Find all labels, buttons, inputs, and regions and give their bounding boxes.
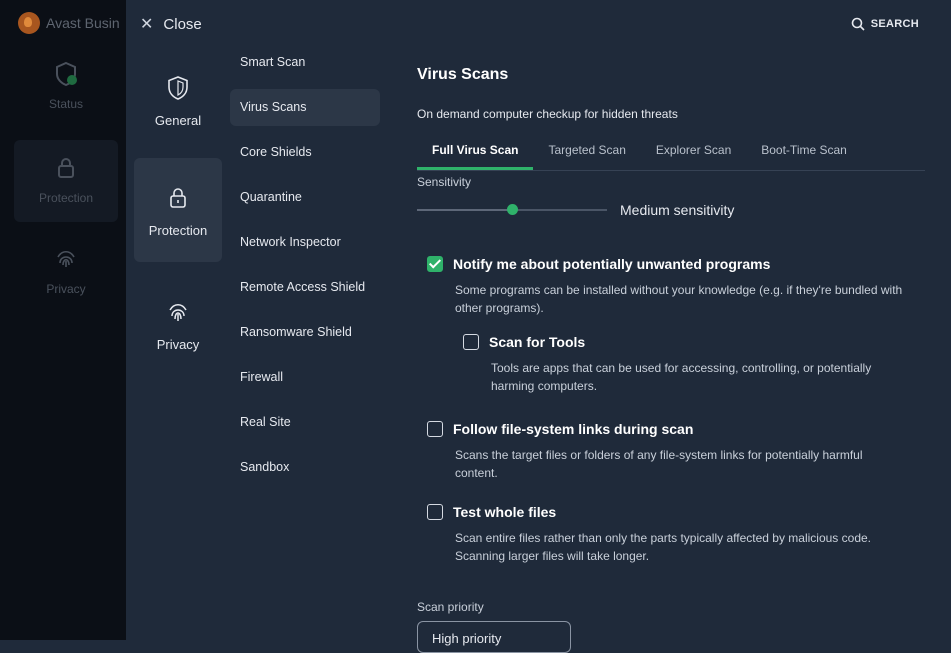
option-title: Test whole files <box>453 504 557 520</box>
category-general[interactable]: General <box>134 58 222 162</box>
background-nav-label: Protection <box>38 191 94 205</box>
subnav-item-virus-scans[interactable]: Virus Scans <box>230 89 380 126</box>
category-privacy[interactable]: Privacy <box>134 280 222 384</box>
subnav-item-sandbox[interactable]: Sandbox <box>230 449 380 486</box>
pup-checkbox[interactable] <box>427 256 443 272</box>
category-protection[interactable]: Protection <box>134 158 222 262</box>
background-nav-label: Status <box>48 97 84 111</box>
background-nav-status: Status <box>14 60 118 142</box>
settings-panel: ✕ Close SEARCH General Protection Privac… <box>126 0 951 653</box>
tab-full-virus-scan[interactable]: Full Virus Scan <box>417 134 534 170</box>
subnav-item-smart-scan[interactable]: Smart Scan <box>230 44 380 81</box>
avast-logo-icon <box>18 12 40 34</box>
close-button[interactable]: ✕ Close <box>140 14 202 34</box>
page-title: Virus Scans <box>417 66 509 83</box>
close-icon: ✕ <box>140 16 154 33</box>
option-description: Tools are apps that can be used for acce… <box>491 361 872 393</box>
test-whole-files-checkbox[interactable] <box>427 504 443 520</box>
subnav-item-real-site[interactable]: Real Site <box>230 404 380 441</box>
category-label: General <box>154 113 202 128</box>
sensitivity-slider[interactable] <box>417 203 607 217</box>
scan-priority-label: Scan priority <box>417 600 484 614</box>
background-nav-privacy: Privacy <box>14 245 118 327</box>
lock-icon <box>170 188 186 208</box>
protection-subnav: Smart Scan Virus Scans Core Shields Quar… <box>230 44 380 494</box>
slider-fill <box>417 209 512 211</box>
option-test-whole-files: Test whole files Scan entire files rathe… <box>427 504 907 565</box>
subnav-item-core-shields[interactable]: Core Shields <box>230 134 380 171</box>
background-app: Avast Busin Status Protection Privacy <box>0 0 126 640</box>
fingerprint-icon <box>169 304 187 321</box>
option-title: Follow file-system links during scan <box>453 421 694 437</box>
scan-tools-checkbox[interactable] <box>463 334 479 350</box>
subnav-item-ransomware-shield[interactable]: Ransomware Shield <box>230 314 380 351</box>
category-label: Privacy <box>156 337 200 352</box>
option-pup: Notify me about potentially unwanted pro… <box>427 256 907 317</box>
sensitivity-value: Medium sensitivity <box>620 202 735 218</box>
background-nav-protection: Protection <box>14 140 118 222</box>
option-title: Scan for Tools <box>489 334 586 350</box>
option-description: Scans the target files or folders of any… <box>455 448 863 480</box>
subnav-item-network-inspector[interactable]: Network Inspector <box>230 224 380 261</box>
background-app-title-text: Avast Busin <box>46 15 120 31</box>
subnav-item-quarantine[interactable]: Quarantine <box>230 179 380 216</box>
fingerprint-icon <box>57 250 75 267</box>
category-label: Protection <box>148 223 208 238</box>
shield-check-icon <box>56 61 77 87</box>
tab-explorer-scan[interactable]: Explorer Scan <box>641 134 746 170</box>
search-icon <box>851 17 865 31</box>
settings-topbar: ✕ Close SEARCH <box>126 0 951 46</box>
option-follow-links: Follow file-system links during scan Sca… <box>427 421 907 482</box>
subnav-item-remote-access-shield[interactable]: Remote Access Shield <box>230 269 380 306</box>
shield-icon <box>168 76 188 100</box>
option-scan-tools: Scan for Tools Tools are apps that can b… <box>463 334 913 395</box>
tab-targeted-scan[interactable]: Targeted Scan <box>533 134 640 170</box>
scan-priority-select[interactable]: High priority <box>417 621 571 653</box>
search-label: SEARCH <box>870 18 919 30</box>
option-title: Notify me about potentially unwanted pro… <box>453 256 771 272</box>
follow-links-checkbox[interactable] <box>427 421 443 437</box>
search-button[interactable]: SEARCH <box>851 17 919 31</box>
background-app-title: Avast Busin <box>18 12 120 34</box>
slider-thumb[interactable] <box>506 204 518 215</box>
lock-icon <box>58 158 74 178</box>
option-description: Scan entire files rather than only the p… <box>455 531 871 563</box>
option-description: Some programs can be installed without y… <box>455 283 903 315</box>
scan-tabs: Full Virus Scan Targeted Scan Explorer S… <box>417 134 925 171</box>
tab-boot-time-scan[interactable]: Boot-Time Scan <box>746 134 862 170</box>
close-label: Close <box>163 15 202 33</box>
page-description: On demand computer checkup for hidden th… <box>417 107 678 121</box>
background-nav-label: Privacy <box>46 282 86 296</box>
subnav-item-firewall[interactable]: Firewall <box>230 359 380 396</box>
sensitivity-label: Sensitivity <box>417 175 472 189</box>
